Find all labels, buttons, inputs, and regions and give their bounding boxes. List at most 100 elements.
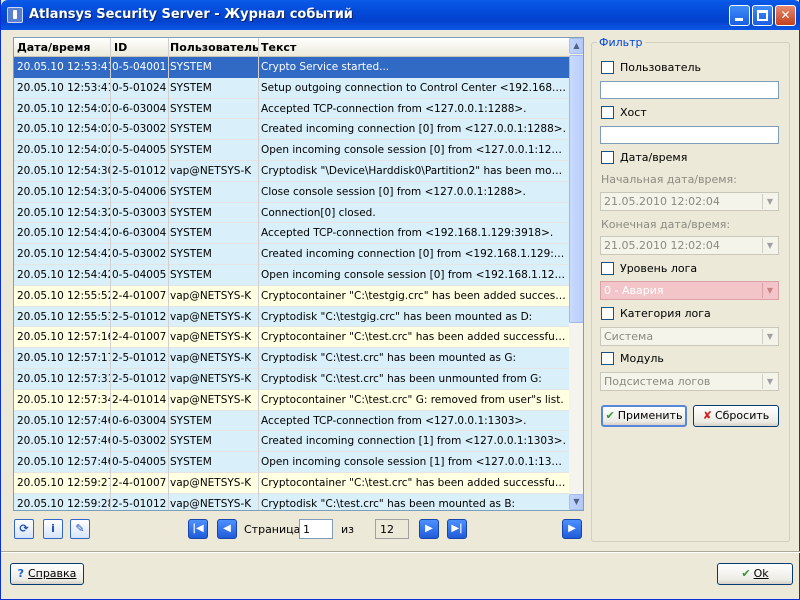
vertical-scrollbar[interactable]: ▲ ▼	[569, 38, 583, 510]
user-filter-input[interactable]	[600, 81, 779, 99]
cell-text: Open incoming console session [0] from <…	[261, 268, 566, 281]
cell-user: SYSTEM	[170, 61, 212, 73]
cell-datetime: 20.05.10 12:54:30	[17, 164, 111, 177]
close-button[interactable]: ✕	[775, 5, 796, 26]
cell-id: 2-5-01012	[112, 497, 167, 510]
cell-id: 0-5-03002	[112, 248, 167, 261]
window-title: Atlansys Security Server - Журнал событи…	[29, 7, 353, 22]
end-datetime-picker[interactable]: 21.05.2010 12:02:04 ▼	[600, 236, 779, 255]
table-row[interactable]: 20.05.10 12:57:31 2-5-01012 vap@NETSYS-K Cr…	[14, 368, 569, 390]
log-category-checkbox[interactable]	[601, 307, 614, 320]
cell-datetime: 20.05.10 12:54:32	[17, 206, 111, 219]
module-label: Модуль	[620, 352, 664, 365]
table-header: Дата/время ID Пользователь Текст	[14, 38, 569, 57]
table-row[interactable]: 20.05.10 12:54:30 2-5-01012 vap@NETSYS-K Cr…	[14, 160, 569, 182]
prev-page-icon[interactable]: ◀	[217, 519, 237, 539]
table-row[interactable]: 20.05.10 12:57:17 2-5-01012 vap@NETSYS-K Cr…	[14, 348, 569, 369]
table-row[interactable]: 20.05.10 12:53:41 0-5-01024 SYSTEM Setup ou…	[14, 77, 569, 99]
log-level-select[interactable]: 0 - Авария ▼	[600, 281, 779, 300]
cell-text: Close console session [0] from <127.0.0.…	[261, 185, 526, 198]
scroll-down-button[interactable]: ▼	[569, 494, 583, 510]
cell-text: Cryptocontainer "C:\test.crc" has been a…	[261, 476, 566, 489]
chevron-down-icon[interactable]: ▼	[762, 283, 777, 298]
table-row[interactable]: 20.05.10 12:54:32 0-5-03003 SYSTEM Connecti…	[14, 202, 569, 224]
cell-text: Accepted TCP-connection from <127.0.0.1:…	[261, 414, 527, 427]
cell-datetime: 20.05.10 12:54:02	[17, 144, 111, 157]
page-label: Страница	[244, 523, 301, 536]
cell-text: Cryptocontainer "C:\test.crc" has been a…	[261, 331, 566, 344]
ok-button[interactable]: ✔ Ok	[717, 563, 793, 585]
chevron-down-icon[interactable]: ▼	[762, 238, 777, 253]
cell-text: Cryptodisk "C:\test.crc" has been mounte…	[261, 497, 516, 510]
user-filter-checkbox[interactable]	[601, 61, 614, 74]
log-category-select[interactable]: Система ▼	[600, 327, 779, 346]
title-bar[interactable]: Atlansys Security Server - Журнал событи…	[1, 0, 800, 30]
cell-datetime: 20.05.10 12:55:53	[17, 310, 111, 323]
cell-text: Cryptocontainer "C:\testgig.crc" has bee…	[261, 289, 566, 302]
reset-button[interactable]: ✘ Сбросить	[693, 405, 779, 427]
end-datetime-value: 21.05.2010 12:02:04	[604, 239, 720, 252]
column-header-id[interactable]: ID	[114, 41, 127, 54]
cell-text: Cryptodisk "\Device\Harddisk0\Partition2…	[261, 164, 566, 177]
page-number-input[interactable]	[299, 519, 333, 539]
host-filter-checkbox[interactable]	[601, 106, 614, 119]
chevron-down-icon[interactable]: ▼	[762, 374, 777, 389]
cell-datetime: 20.05.10 12:57:16	[17, 331, 111, 344]
log-category-value: Система	[604, 330, 654, 343]
column-header-datetime[interactable]: Дата/время	[17, 41, 90, 54]
chevron-down-icon[interactable]: ▼	[762, 329, 777, 344]
cell-id: 2-4-01007	[112, 476, 167, 489]
scroll-up-button[interactable]: ▲	[569, 38, 583, 54]
chevron-down-icon[interactable]: ▼	[762, 194, 777, 209]
column-header-user[interactable]: Пользователь	[170, 41, 259, 54]
refresh-icon[interactable]: ⟳	[14, 519, 34, 539]
start-datetime-picker[interactable]: 21.05.2010 12:02:04 ▼	[600, 192, 779, 211]
first-page-icon[interactable]: |◀	[188, 519, 208, 539]
table-row[interactable]: 20.05.10 12:54:42 0-6-03004 SYSTEM Accepted…	[14, 223, 569, 245]
cell-datetime: 20.05.10 12:57:34	[17, 393, 111, 406]
apply-button-label: Применить	[617, 409, 683, 422]
table-row[interactable]: 20.05.10 12:54:42 0-5-04005 SYSTEM Open inc…	[14, 264, 569, 286]
last-page-icon[interactable]: ▶|	[447, 519, 467, 539]
table-row[interactable]: 20.05.10 12:57:16 2-4-01007 vap@NETSYS-K Cr…	[14, 327, 569, 349]
log-level-checkbox[interactable]	[601, 262, 614, 275]
info-icon[interactable]: i	[43, 519, 63, 539]
play-icon[interactable]: ▶	[562, 519, 582, 539]
table-row[interactable]: 20.05.10 12:57:46 0-6-03004 SYSTEM Accepted…	[14, 410, 569, 432]
question-icon: ?	[17, 567, 24, 580]
scroll-thumb[interactable]	[569, 55, 583, 323]
maximize-button[interactable]	[752, 5, 773, 26]
cell-datetime: 20.05.10 12:57:46	[17, 414, 111, 427]
module-checkbox[interactable]	[601, 352, 614, 365]
host-filter-input[interactable]	[600, 126, 779, 144]
settings-wrench-icon[interactable]: ✎	[70, 519, 90, 539]
table-row[interactable]: 20.05.10 12:55:53 2-5-01012 vap@NETSYS-K Cr…	[14, 306, 569, 328]
cell-user: SYSTEM	[170, 268, 212, 281]
event-log-table[interactable]: Дата/время ID Пользователь Текст 20.05.1…	[13, 37, 584, 511]
cell-user: SYSTEM	[170, 185, 212, 198]
table-row[interactable]: 20.05.10 12:54:02 0-5-04005 SYSTEM Open inc…	[14, 140, 569, 161]
table-row[interactable]: 20.05.10 12:59:27 2-4-01007 vap@NETSYS-K Cr…	[14, 472, 569, 494]
cross-icon: ✘	[702, 409, 712, 422]
table-row[interactable]: 20.05.10 12:54:32 0-5-04006 SYSTEM Close co…	[14, 181, 569, 203]
table-row[interactable]: 20.05.10 12:57:46 0-5-04005 SYSTEM Open inc…	[14, 452, 569, 473]
table-row[interactable]: 20.05.10 12:57:46 0-5-03002 SYSTEM Created …	[14, 431, 569, 453]
minimize-button[interactable]	[729, 5, 750, 26]
datetime-filter-checkbox[interactable]	[601, 151, 614, 164]
help-button[interactable]: ? Справка	[10, 563, 84, 585]
next-page-icon[interactable]: ▶	[419, 519, 439, 539]
apply-button[interactable]: ✔ Применить	[601, 405, 687, 427]
module-select[interactable]: Подсистема логов ▼	[600, 372, 779, 391]
table-row[interactable]: 20.05.10 12:57:34 2-4-01014 vap@NETSYS-K Cr…	[14, 389, 569, 411]
table-row[interactable]: 20.05.10 12:54:02 0-5-03002 SYSTEM Created …	[14, 119, 569, 141]
table-row[interactable]: 20.05.10 12:59:28 2-5-01012 vap@NETSYS-K Cr…	[14, 493, 569, 510]
cell-user: vap@NETSYS-K	[170, 372, 252, 385]
cell-datetime: 20.05.10 12:55:52	[17, 289, 111, 302]
log-level-label: Уровень лога	[620, 262, 698, 275]
cell-user: SYSTEM	[170, 456, 212, 469]
column-header-text[interactable]: Текст	[261, 41, 296, 54]
table-row[interactable]: 20.05.10 12:54:42 0-5-03002 SYSTEM Created …	[14, 244, 569, 265]
table-row[interactable]: 20.05.10 12:53:41 0-5-04001 SYSTEM Crypto S…	[14, 57, 569, 78]
table-row[interactable]: 20.05.10 12:55:52 2-4-01007 vap@NETSYS-K Cr…	[14, 285, 569, 307]
table-row[interactable]: 20.05.10 12:54:02 0-6-03004 SYSTEM Accepted…	[14, 98, 569, 120]
